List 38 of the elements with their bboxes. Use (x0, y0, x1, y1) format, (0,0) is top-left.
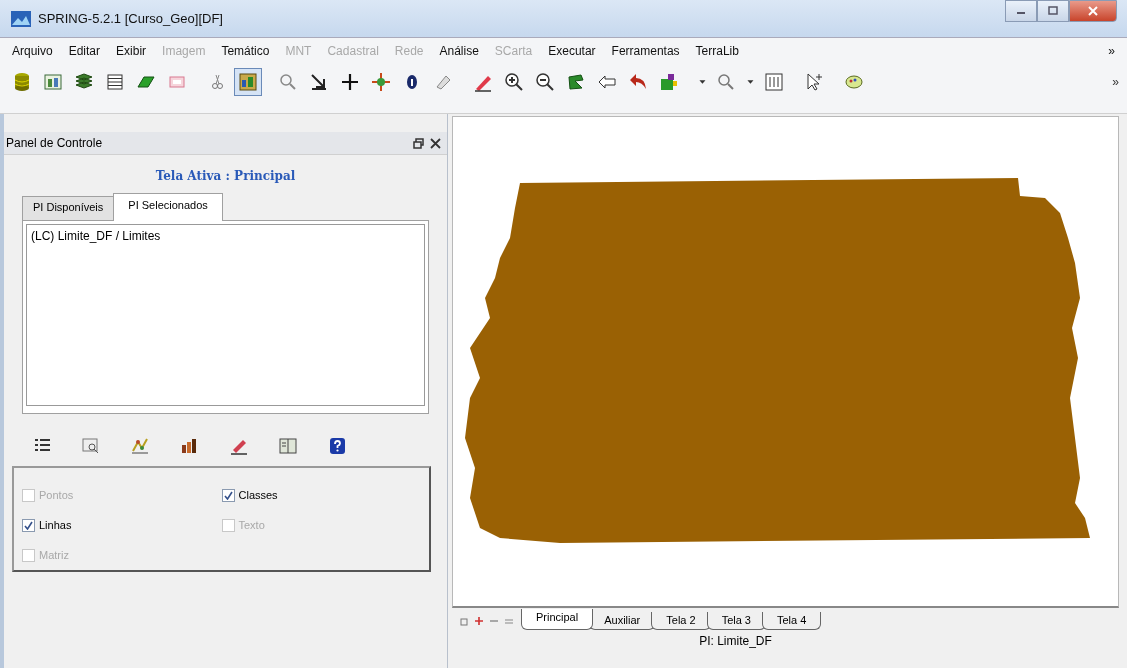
close-icon[interactable] (430, 137, 441, 149)
menu-item[interactable]: Arquivo (4, 44, 61, 58)
menu-item[interactable]: Exibir (108, 44, 155, 58)
tab[interactable]: Tela 4 (762, 612, 822, 630)
menu-item[interactable]: Editar (60, 44, 109, 58)
close-icon (1087, 6, 1099, 16)
checkbox[interactable] (22, 518, 35, 532)
active-screen-label: Tela Ativa : Principal (154, 169, 297, 183)
maximize-button[interactable] (1037, 0, 1069, 22)
menu-item[interactable]: Análise (431, 44, 487, 58)
tab[interactable]: Principal (521, 609, 594, 630)
checkbox-option[interactable]: Classes (221, 480, 421, 510)
tab[interactable]: PI Selecionados (113, 193, 223, 221)
checkbox[interactable] (221, 488, 235, 502)
network-icon[interactable] (130, 436, 151, 456)
menu-item[interactable]: TerraLib (687, 44, 747, 58)
panel-icon[interactable] (277, 436, 298, 456)
window-title: SPRING-5.2.1 [Curso_Geo][DF] (38, 11, 224, 26)
tab[interactable]: Tela 3 (706, 612, 766, 630)
menu-item[interactable]: » (1100, 44, 1123, 58)
checkmark-icon (24, 520, 33, 530)
window-icon[interactable] (460, 616, 468, 626)
menu-item[interactable]: Ferramentas (603, 44, 688, 58)
checkbox-option[interactable]: Linhas (22, 510, 222, 540)
tab[interactable]: PI Disponíveis (22, 196, 115, 221)
app-icon (10, 9, 32, 28)
checkmark-icon (223, 490, 233, 500)
close-button[interactable] (1069, 0, 1117, 22)
overflow-chevron[interactable]: » (1112, 75, 1119, 89)
status-text: PI: Limite_DF (698, 633, 773, 648)
menu-item[interactable]: Executar (540, 44, 604, 58)
tab[interactable]: Tela 2 (651, 612, 711, 630)
menu-item[interactable]: Temático (213, 44, 278, 58)
panel-title: Panel de Controle (6, 136, 104, 150)
maximize-icon (1047, 6, 1059, 16)
minimize-button[interactable] (1005, 0, 1037, 22)
list-item[interactable]: (LC) Limite_DF / Limites (31, 229, 420, 243)
float-icon[interactable] (413, 137, 424, 149)
